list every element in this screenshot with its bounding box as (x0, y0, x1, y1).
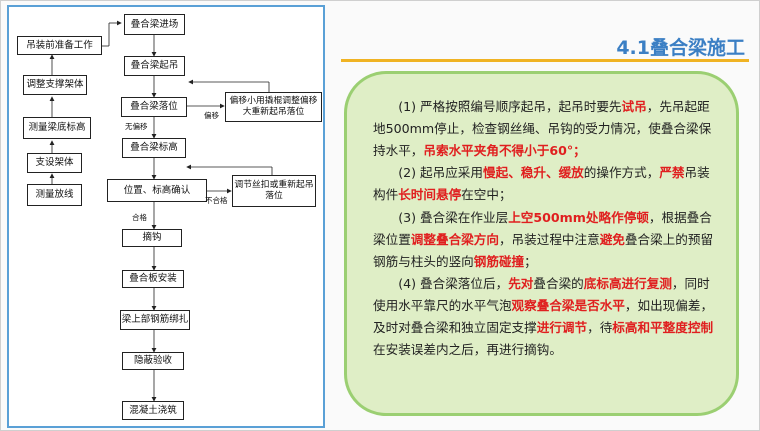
flow-step-measure-bottom: 测量梁底标高 (23, 117, 91, 139)
body-text: (3) 叠合梁在作业层 (398, 209, 509, 225)
section-title: 4.1叠合梁施工 (616, 37, 745, 59)
highlight-text: 先对 (508, 276, 534, 292)
body-text: 的操作方式， (583, 165, 660, 181)
flow-step-hoist: 叠合梁起吊 (124, 56, 185, 76)
highlight-text: 钢筋碰撞 (473, 253, 525, 269)
label-fail: 不合格 (205, 196, 228, 205)
flow-step-entry: 叠合梁进场 (124, 14, 185, 35)
highlight-text: 慢起、稳升、缓放 (483, 165, 584, 181)
paragraph-4: (4) 叠合梁落位后，先对叠合梁的底标高进行复测，同时使用水平靠尺的水平气泡观察… (373, 273, 720, 360)
body-text: 在空中； (461, 187, 512, 203)
flow-step-elevation: 叠合梁标高 (122, 138, 186, 158)
highlight-text: 试吊 (621, 99, 647, 114)
paragraph-3: (3) 叠合梁在作业层上空500mm处略作停顿，根据叠合梁位置调整叠合梁方向，吊… (373, 207, 720, 272)
body-text: ； (524, 253, 537, 269)
highlight-text: 标高和平整度控制 (612, 319, 714, 335)
flow-step-place: 叠合梁落位 (121, 97, 187, 117)
highlight-text: 吊索水平夹角不得小于60°； (423, 142, 586, 158)
highlight-text: 长时间悬停 (398, 187, 462, 203)
flow-step-survey: 测量放线 (27, 184, 82, 206)
highlight-text: 严禁 (659, 165, 685, 181)
flow-step-adjust-support: 调整支撑架体 (23, 75, 87, 95)
content-card: (1) 严格按照编号顺序起吊，起吊时要先试吊，先吊起距地500mm停止，检查钢丝… (344, 71, 739, 416)
flow-step-unhook: 摘钩 (122, 229, 182, 247)
flow-step-rebar: 梁上部钢筋绑扎 (120, 310, 190, 330)
highlight-text: 上空500mm处略作停顿 (508, 209, 649, 225)
body-text: ，吊装过程中注意 (498, 231, 600, 247)
label-offset: 偏移 (204, 111, 219, 120)
title-divider (341, 59, 749, 62)
paragraph-2: (2) 起吊应采用慢起、稳升、缓放的操作方式，严禁吊装构件长时间悬停在空中； (373, 162, 720, 206)
flow-side-adjust-rehoist: 调节丝扣或重新起吊落位 (232, 175, 316, 207)
flow-step-erect-frame: 支设架体 (27, 153, 82, 173)
highlight-text: 避免 (599, 231, 625, 247)
slide: 叠合梁进场 叠合梁起吊 叠合梁落位 叠合梁标高 位置、标高确认 摘钩 叠合板安装… (0, 0, 760, 431)
body-text: (4) 叠合梁落位后， (398, 276, 509, 292)
highlight-text: 观察叠合梁是否水平 (511, 298, 625, 314)
label-no-offset: 无偏移 (125, 122, 148, 131)
flow-step-pour: 混凝土浇筑 (122, 401, 184, 420)
flow-side-offset-adjust: 偏移小用撬棍调整偏移大重新起吊落位 (225, 92, 322, 122)
paragraph-1: (1) 严格按照编号顺序起吊，起吊时要先试吊，先吊起距地500mm停止，检查钢丝… (373, 96, 720, 161)
highlight-text: 底标高进行复测 (583, 276, 672, 292)
body-text: (1) 严格按照编号顺序起吊，起吊时要先 (398, 99, 622, 114)
flowchart-panel: 叠合梁进场 叠合梁起吊 叠合梁落位 叠合梁标高 位置、标高确认 摘钩 叠合板安装… (7, 5, 325, 428)
highlight-text: 进行调节 (536, 319, 588, 335)
label-pass: 合格 (132, 213, 147, 222)
flow-step-inspection: 隐蔽验收 (122, 352, 184, 370)
body-text: 在安装误差内之后，再进行摘钩。 (373, 341, 562, 357)
flow-step-prep: 吊装前准备工作 (17, 36, 102, 55)
body-text: (2) 起吊应采用 (398, 165, 483, 181)
body-text: 叠合梁的 (533, 276, 584, 292)
flow-step-confirm: 位置、标高确认 (107, 179, 207, 202)
body-text: ，待 (587, 319, 613, 335)
highlight-text: 调整叠合梁方向 (410, 231, 499, 247)
flow-step-slab-install: 叠合板安装 (122, 270, 184, 288)
